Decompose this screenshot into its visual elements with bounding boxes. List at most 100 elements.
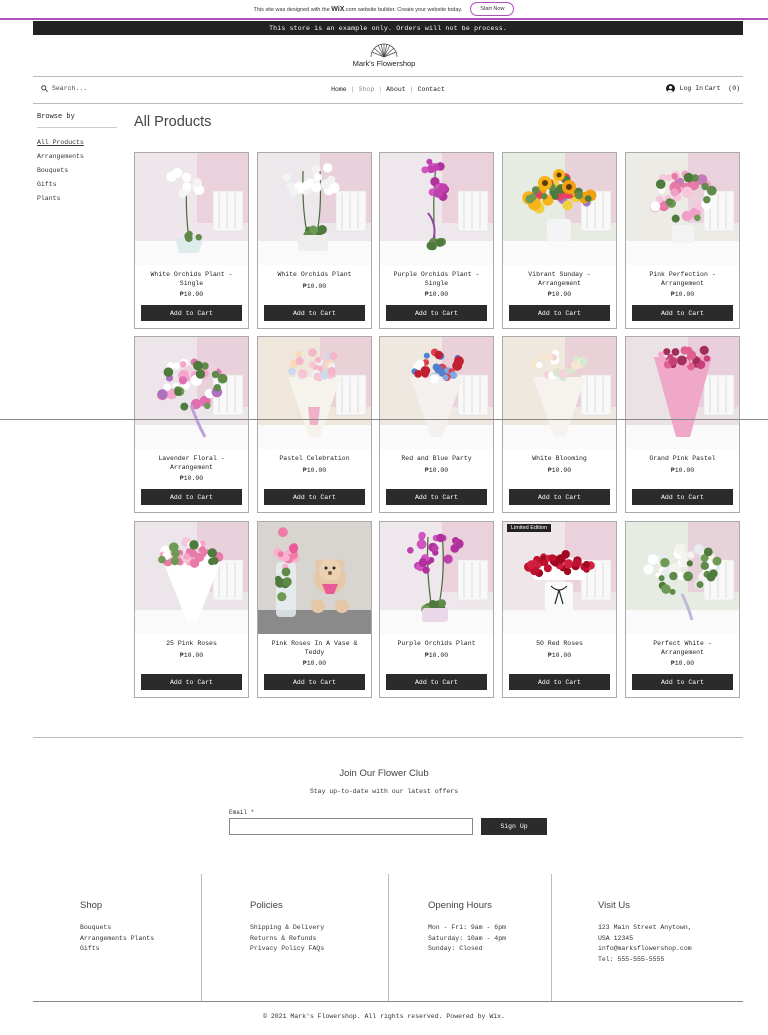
add-to-cart-button[interactable]: Add to Cart [509,674,610,690]
add-to-cart-button[interactable]: Add to Cart [264,674,365,690]
product-price: ₱10.00 [547,291,572,298]
product-image[interactable] [135,522,248,634]
product-card[interactable]: Purple Orchids Plant - Single ₱10.00 Add t… [379,152,494,329]
product-card[interactable]: 25 Pink Roses ₱10.00 Add to Cart [134,521,249,698]
add-to-cart-button[interactable]: Add to Cart [141,305,242,321]
start-now-button[interactable]: Start Now [470,2,515,16]
address-line: 123 Main Street Anytown, [598,924,692,931]
product-price: ₱10.00 [302,660,327,667]
add-to-cart-button[interactable]: Add to Cart [632,489,733,505]
nav-home[interactable]: Home [327,86,351,93]
product-name[interactable]: 25 Pink Roses [139,640,244,649]
add-to-cart-button[interactable]: Add to Cart [386,305,487,321]
category-gifts[interactable]: Gifts [37,178,117,192]
add-to-cart-button[interactable]: Add to Cart [264,305,365,321]
product-image[interactable] [135,337,248,449]
footer-columns: Shop Bouquets Arrangements Plants Gifts … [33,874,743,1001]
wix-logo: WiX [331,5,345,13]
user-avatar-icon [665,84,675,93]
category-bouquets[interactable]: Bouquets [37,164,117,178]
add-to-cart-button[interactable]: Add to Cart [386,489,487,505]
product-name[interactable]: Purple Orchids Plant - Single [384,271,489,288]
wix-promo-bar: This site was designed with the WiX.com … [0,0,768,20]
product-image[interactable] [626,337,739,449]
footer-link[interactable]: Returns & Refunds [250,934,324,945]
product-image[interactable] [503,522,616,634]
product-name[interactable]: White Orchids Plant [262,271,367,280]
product-card[interactable]: White Blooming ₱10.00 Add to Cart [502,336,617,513]
add-to-cart-button[interactable]: Add to Cart [386,674,487,690]
footer-link[interactable]: Bouquets [80,923,154,934]
product-image[interactable] [503,153,616,265]
product-image[interactable] [135,153,248,265]
product-name[interactable]: Purple Orchids Plant [384,640,489,649]
product-price: ₱10.00 [424,291,449,298]
product-name[interactable]: Pink Roses In A Vase & Teddy [262,640,367,657]
product-image[interactable] [380,522,493,634]
footer-link[interactable]: Privacy Policy FAQs [250,944,324,955]
product-card[interactable]: Pink Roses In A Vase & Teddy ₱10.00 Add to… [257,521,372,698]
product-card[interactable]: Perfect White - Arrangement ₱10.00 Add to … [625,521,740,698]
cart-label: Cart [704,85,721,92]
product-image[interactable] [380,153,493,265]
footer-link[interactable]: Gifts [80,944,154,955]
product-name[interactable]: White Orchids Plant - Single [139,271,244,288]
add-to-cart-button[interactable]: Add to Cart [509,489,610,505]
product-price: ₱10.00 [670,660,695,667]
nav-shop[interactable]: Shop [355,86,379,93]
add-to-cart-button[interactable]: Add to Cart [509,305,610,321]
category-all-products[interactable]: All Products [37,136,117,150]
product-image[interactable] [503,337,616,449]
product-name[interactable]: Pink Perfection - Arrangement [630,271,735,288]
cart-link[interactable]: Cart (0) [705,85,740,92]
nav-about[interactable]: About [382,86,410,93]
product-name[interactable]: Perfect White - Arrangement [630,640,735,657]
product-image[interactable] [258,153,371,265]
product-card[interactable]: Lavender Floral - Arrangement ₱10.00 Add t… [134,336,249,513]
hours-line: Saturday: 10am - 4pm [428,934,507,942]
sign-up-button[interactable]: Sign Up [481,818,547,835]
product-card[interactable]: Limited Edition 50 Red Roses ₱10.00 Add to … [502,521,617,698]
email-link[interactable]: info@marksflowershop.com [598,944,692,955]
category-plants[interactable]: Plants [37,192,117,206]
category-arrangements[interactable]: Arrangements [37,150,117,164]
product-image[interactable] [626,522,739,634]
flower-club-section: Join Our Flower Club Stay up-to-date wit… [0,768,768,795]
login-button[interactable]: Log In [665,84,703,93]
product-card[interactable]: Purple Orchids Plant ₱10.00 Add to Cart [379,521,494,698]
product-card[interactable]: White Orchids Plant ₱10.00 Add to Cart [257,152,372,329]
product-card[interactable]: Pastel Celebration ₱10.00 Add to Cart [257,336,372,513]
copyright: © 2021 Mark's Flowershop. All rights res… [263,1013,505,1020]
footer-link[interactable]: Arrangements Plants [80,934,154,945]
hours-line: Mon - Fri: 9am - 6pm [428,924,507,931]
product-name[interactable]: Pastel Celebration [262,455,367,464]
product-image[interactable] [380,337,493,449]
product-card[interactable]: Vibrant Sunday - Arrangement ₱10.00 Add to… [502,152,617,329]
add-to-cart-button[interactable]: Add to Cart [141,674,242,690]
nav-contact[interactable]: Contact [414,86,449,93]
add-to-cart-button[interactable]: Add to Cart [632,305,733,321]
product-name[interactable]: Grand Pink Pastel [630,455,735,464]
nav-separator: | [409,86,414,93]
product-card[interactable]: White Orchids Plant - Single ₱10.00 Add to… [134,152,249,329]
product-card[interactable]: Pink Perfection - Arrangement ₱10.00 Add t… [625,152,740,329]
email-field[interactable] [229,818,473,835]
product-card[interactable]: Red and Blue Party ₱10.00 Add to Cart [379,336,494,513]
product-name[interactable]: Lavender Floral - Arrangement [139,455,244,472]
product-name[interactable]: Red and Blue Party [384,455,489,464]
site-logo[interactable]: Mark's Flowershop [0,42,768,68]
product-image[interactable] [626,153,739,265]
add-to-cart-button[interactable]: Add to Cart [632,674,733,690]
email-label: Email * [229,809,255,816]
add-to-cart-button[interactable]: Add to Cart [264,489,365,505]
product-image[interactable] [258,337,371,449]
club-title: Join Our Flower Club [339,768,429,779]
add-to-cart-button[interactable]: Add to Cart [141,489,242,505]
product-image[interactable] [258,522,371,634]
product-name[interactable]: Vibrant Sunday - Arrangement [507,271,612,288]
product-price: ₱10.00 [179,291,204,298]
footer-link[interactable]: Shipping & Delivery [250,923,324,934]
product-card[interactable]: Grand Pink Pastel ₱10.00 Add to Cart [625,336,740,513]
product-name[interactable]: 50 Red Roses [507,640,612,649]
product-name[interactable]: White Blooming [507,455,612,464]
